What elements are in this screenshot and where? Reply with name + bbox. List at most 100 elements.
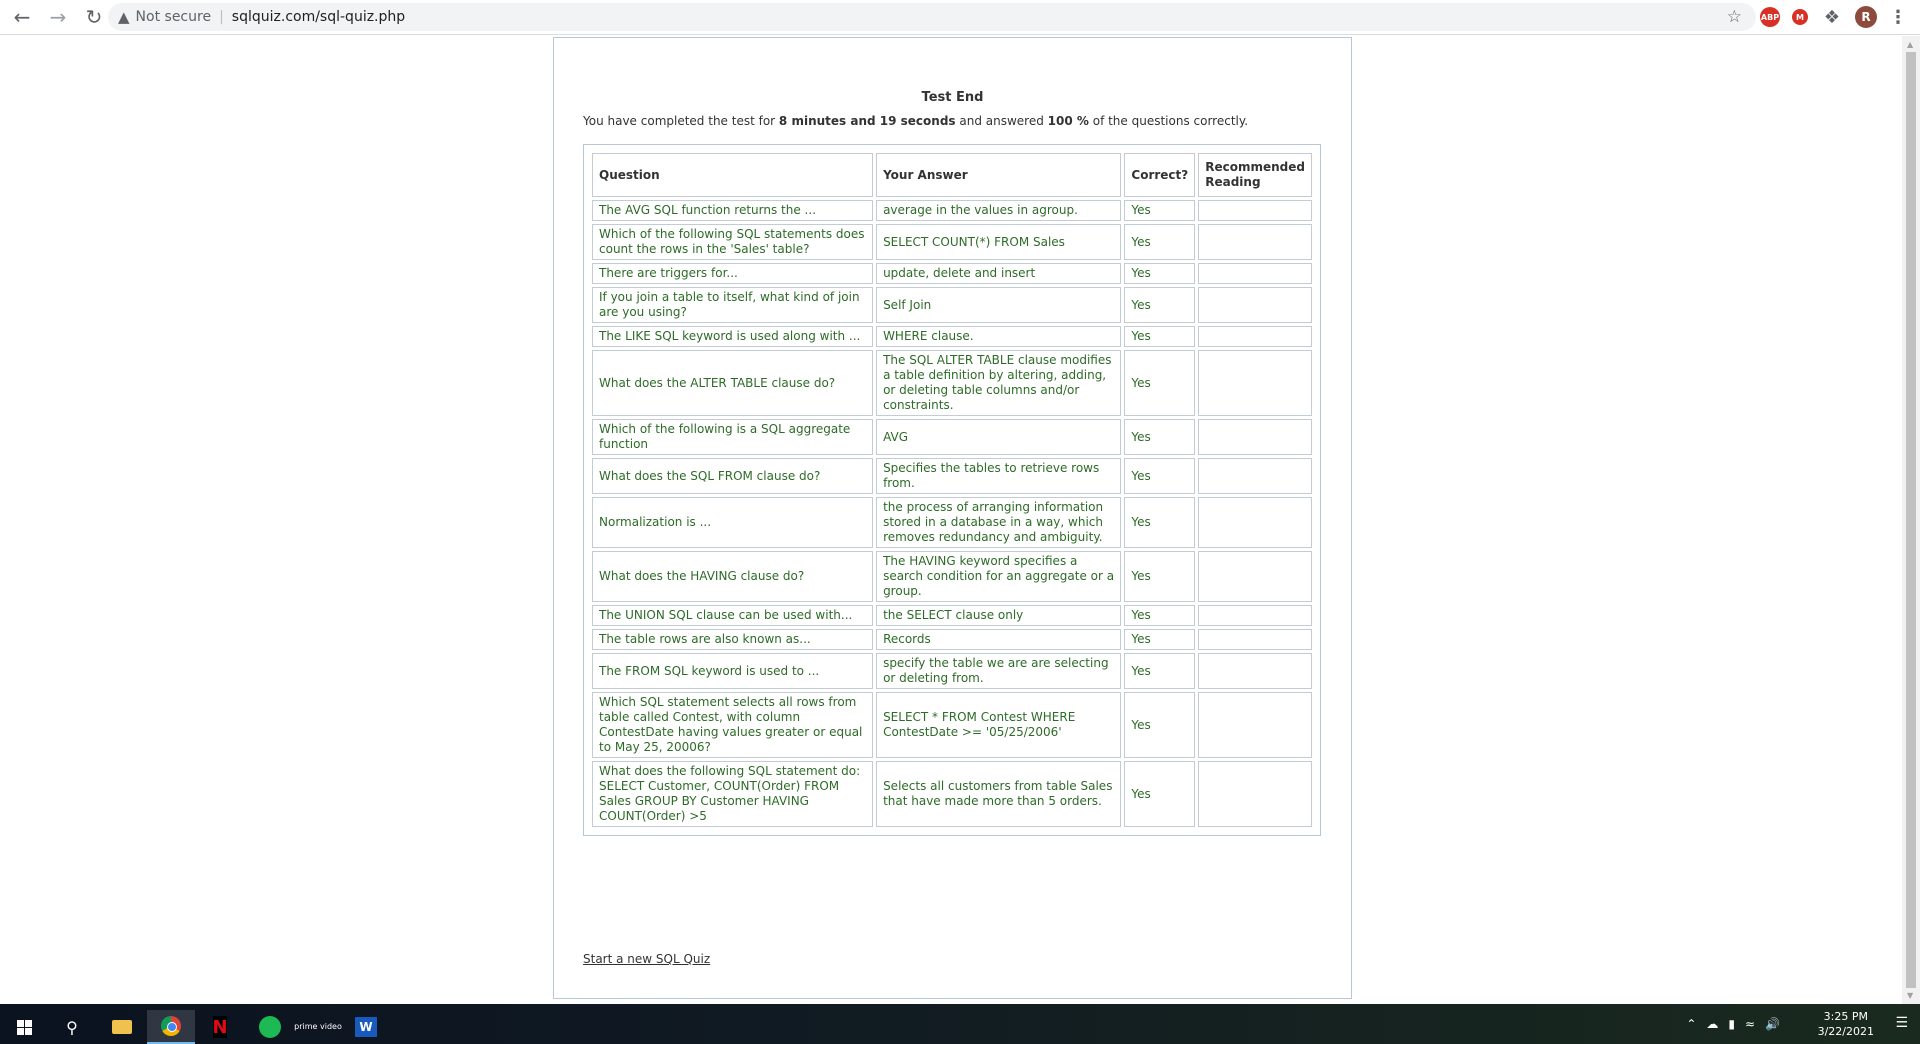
separator: | bbox=[219, 9, 224, 25]
answer-cell: SELECT COUNT(*) FROM Sales bbox=[876, 224, 1122, 260]
header-correct: Correct? bbox=[1124, 153, 1196, 197]
address-bar[interactable]: ▲ Not secure | sqlquiz.com/sql-quiz.php … bbox=[108, 3, 1756, 31]
summary-score: 100 % bbox=[1047, 114, 1089, 128]
page-scrollbar[interactable]: ▲ ▼ bbox=[1902, 36, 1920, 1004]
url-text[interactable]: sqlquiz.com/sql-quiz.php bbox=[232, 9, 405, 25]
table-row: The FROM SQL keyword is used to ... speci… bbox=[592, 653, 1312, 689]
header-your-answer: Your Answer bbox=[876, 153, 1122, 197]
profile-avatar[interactable]: R bbox=[1855, 6, 1877, 28]
results-table-body: The AVG SQL function returns the ... aver… bbox=[592, 200, 1312, 827]
answer-cell: Self Join bbox=[876, 287, 1122, 323]
forward-arrow-icon[interactable]: → bbox=[44, 3, 72, 31]
summary-suffix: of the questions correctly. bbox=[1088, 114, 1249, 128]
notification-center-icon[interactable]: ☰ bbox=[1895, 1015, 1908, 1031]
answer-cell: the process of arranging information sto… bbox=[876, 497, 1122, 548]
summary-prefix: You have completed the test for bbox=[583, 114, 779, 128]
reading-cell bbox=[1198, 761, 1312, 827]
question-cell: The LIKE SQL keyword is used along with … bbox=[592, 326, 874, 347]
reading-cell bbox=[1198, 629, 1312, 650]
question-cell: What does the SQL FROM clause do? bbox=[592, 458, 874, 494]
table-row: What does the following SQL statement do… bbox=[592, 761, 1312, 827]
clock-time: 3:25 PM bbox=[1823, 1010, 1868, 1023]
adblock-extension-icon[interactable]: ABP bbox=[1760, 7, 1780, 27]
correct-cell: Yes bbox=[1124, 551, 1196, 602]
correct-cell: Yes bbox=[1124, 200, 1196, 221]
header-recommended-reading: Recommended Reading bbox=[1198, 153, 1312, 197]
bookmark-star-icon[interactable]: ☆ bbox=[1727, 7, 1742, 27]
reading-cell bbox=[1198, 497, 1312, 548]
reading-cell bbox=[1198, 653, 1312, 689]
clock-date: 3/22/2021 bbox=[1817, 1025, 1874, 1038]
start-new-quiz-link[interactable]: Start a new SQL Quiz bbox=[583, 952, 710, 966]
answer-cell: The HAVING keyword specifies a search co… bbox=[876, 551, 1122, 602]
windows-taskbar: ⚲ N prime video W bbox=[0, 1004, 1920, 1044]
browser-menu-icon[interactable]: ⋮ bbox=[1888, 7, 1908, 28]
question-cell: The FROM SQL keyword is used to ... bbox=[592, 653, 874, 689]
gmail-extension-icon[interactable]: M bbox=[1792, 9, 1808, 25]
scroll-down-icon[interactable]: ▼ bbox=[1907, 991, 1913, 1000]
spotify-icon[interactable] bbox=[246, 1010, 294, 1044]
reading-cell bbox=[1198, 605, 1312, 626]
browser-toolbar: ← → ↻ ▲ Not secure | sqlquiz.com/sql-qui… bbox=[0, 0, 1920, 35]
reading-cell bbox=[1198, 326, 1312, 347]
scrollbar-thumb[interactable] bbox=[1906, 52, 1916, 988]
summary-time: 8 minutes and 19 seconds bbox=[778, 114, 956, 128]
reading-cell bbox=[1198, 458, 1312, 494]
table-row: The AVG SQL function returns the ... aver… bbox=[592, 200, 1312, 221]
answer-cell: Records bbox=[876, 629, 1122, 650]
result-summary: You have completed the test for 8 minute… bbox=[583, 114, 1248, 128]
answer-cell: specify the table we are are selecting o… bbox=[876, 653, 1122, 689]
answer-cell: WHERE clause. bbox=[876, 326, 1122, 347]
reading-cell bbox=[1198, 692, 1312, 758]
answer-cell: Selects all customers from table Sales t… bbox=[876, 761, 1122, 827]
chrome-icon[interactable] bbox=[147, 1010, 195, 1044]
correct-cell: Yes bbox=[1124, 458, 1196, 494]
search-icon[interactable]: ⚲ bbox=[48, 1010, 96, 1044]
table-row: Which of the following SQL statements do… bbox=[592, 224, 1312, 260]
netflix-icon[interactable]: N bbox=[196, 1010, 244, 1044]
scroll-up-icon[interactable]: ▲ bbox=[1907, 40, 1913, 49]
system-clock[interactable]: 3:25 PM 3/22/2021 bbox=[1818, 1009, 1874, 1039]
warning-icon: ▲ bbox=[118, 8, 130, 26]
table-row: What does the HAVING clause do? The HAVIN… bbox=[592, 551, 1312, 602]
results-table-wrapper: Question Your Answer Correct? Recommende… bbox=[583, 144, 1321, 836]
question-cell: The table rows are also known as... bbox=[592, 629, 874, 650]
correct-cell: Yes bbox=[1124, 287, 1196, 323]
question-cell: If you join a table to itself, what kind… bbox=[592, 287, 874, 323]
back-arrow-icon[interactable]: ← bbox=[8, 3, 36, 31]
question-cell: What does the following SQL statement do… bbox=[592, 761, 874, 827]
chevron-up-icon[interactable]: ⌃ bbox=[1686, 1017, 1696, 1031]
answer-cell: AVG bbox=[876, 419, 1122, 455]
reload-icon[interactable]: ↻ bbox=[80, 3, 108, 31]
word-icon[interactable]: W bbox=[342, 1010, 390, 1044]
reading-cell bbox=[1198, 263, 1312, 284]
quiz-result-panel: Test End You have completed the test for… bbox=[553, 37, 1352, 999]
answer-cell: update, delete and insert bbox=[876, 263, 1122, 284]
question-cell: The UNION SQL clause can be used with... bbox=[592, 605, 874, 626]
correct-cell: Yes bbox=[1124, 605, 1196, 626]
table-header-row: Question Your Answer Correct? Recommende… bbox=[592, 153, 1312, 197]
correct-cell: Yes bbox=[1124, 692, 1196, 758]
reading-cell bbox=[1198, 551, 1312, 602]
results-table: Question Your Answer Correct? Recommende… bbox=[589, 150, 1315, 830]
question-cell: Normalization is ... bbox=[592, 497, 874, 548]
battery-icon[interactable]: ▮ bbox=[1728, 1017, 1735, 1031]
file-explorer-icon[interactable] bbox=[98, 1010, 146, 1044]
answer-cell: average in the values in agroup. bbox=[876, 200, 1122, 221]
answer-cell: The SQL ALTER TABLE clause modifies a ta… bbox=[876, 350, 1122, 416]
onedrive-cloud-icon[interactable]: ☁ bbox=[1706, 1017, 1718, 1031]
table-row: Normalization is ... the process of arran… bbox=[592, 497, 1312, 548]
windows-start-icon[interactable] bbox=[0, 1010, 48, 1044]
correct-cell: Yes bbox=[1124, 350, 1196, 416]
header-question: Question bbox=[592, 153, 874, 197]
reading-cell bbox=[1198, 200, 1312, 221]
table-row: Which of the following is a SQL aggregat… bbox=[592, 419, 1312, 455]
wifi-icon[interactable]: ≈ bbox=[1745, 1017, 1755, 1031]
extensions-puzzle-icon[interactable]: ❖ bbox=[1822, 7, 1842, 28]
correct-cell: Yes bbox=[1124, 497, 1196, 548]
prime-video-icon[interactable]: prime video bbox=[294, 1010, 342, 1044]
question-cell: Which SQL statement selects all rows fro… bbox=[592, 692, 874, 758]
volume-icon[interactable]: 🔊 bbox=[1765, 1017, 1780, 1031]
table-row: If you join a table to itself, what kind… bbox=[592, 287, 1312, 323]
correct-cell: Yes bbox=[1124, 761, 1196, 827]
